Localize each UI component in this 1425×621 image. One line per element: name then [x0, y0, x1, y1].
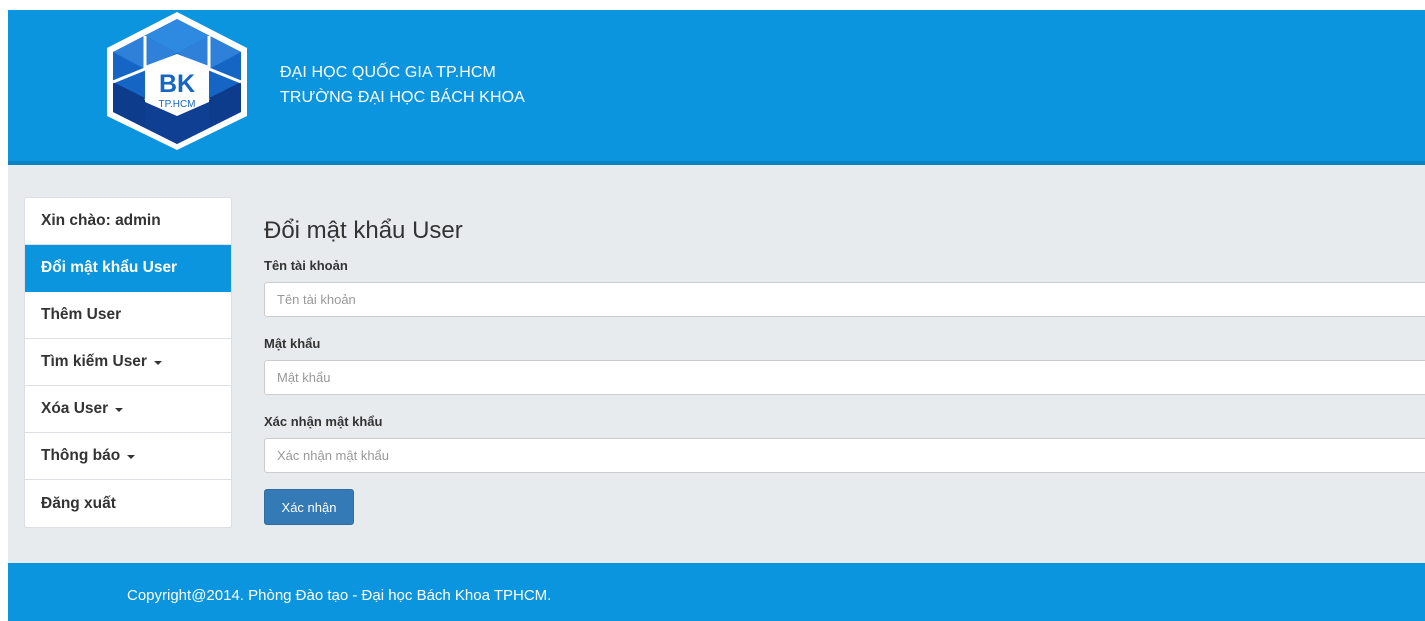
bk-hexagon-logo: BK TP.HCM	[103, 10, 251, 152]
sidebar-item-add-user[interactable]: Thêm User	[25, 292, 231, 339]
caret-down-icon	[153, 361, 162, 365]
sidebar-item-label: Đổi mật khẩu User	[41, 259, 178, 276]
caret-down-icon	[127, 455, 136, 459]
confirm-password-label: Xác nhận mật khẩu	[264, 414, 383, 429]
confirm-password-input[interactable]	[264, 438, 1425, 473]
sidebar-item-label: Thêm User	[41, 306, 122, 323]
school-name: TRƯỜNG ĐẠI HỌC BÁCH KHOA	[280, 89, 525, 106]
greeting-text: Xin chào: admin	[41, 212, 161, 229]
sidebar-item-delete-user[interactable]: Xóa User	[25, 386, 231, 433]
footer-copyright: Copyright@2014. Phòng Đào tạo - Đại học …	[127, 587, 552, 604]
password-label: Mật khẩu	[264, 336, 321, 351]
logo-main-text: BK	[159, 70, 195, 98]
page: BK TP.HCM ĐẠI HỌC QUỐC GIA TP.HCM TRƯỜNG…	[0, 0, 1425, 621]
university-name: ĐẠI HỌC QUỐC GIA TP.HCM	[280, 64, 496, 81]
change-password-form: Đổi mật khẩu User Tên tài khoản Mật khẩu…	[264, 212, 1425, 525]
caret-down-icon	[115, 408, 124, 412]
sidebar-item-notifications[interactable]: Thông báo	[25, 433, 231, 480]
page-title: Đổi mật khẩu User	[264, 217, 463, 244]
logo-sub-text: TP.HCM	[158, 99, 195, 110]
sidebar-item-label: Đăng xuất	[41, 494, 116, 512]
submit-button[interactable]: Xác nhận	[264, 489, 354, 525]
password-input[interactable]	[264, 360, 1425, 395]
username-input[interactable]	[264, 282, 1425, 317]
username-label: Tên tài khoản	[264, 258, 348, 273]
sidebar-item-label: Thông báo	[41, 447, 121, 464]
sidebar-item-logout[interactable]: Đăng xuất	[25, 480, 231, 527]
sidebar-item-search-user[interactable]: Tìm kiếm User	[25, 339, 231, 386]
sidebar-item-label: Tìm kiếm User	[41, 353, 147, 370]
sidebar-menu: Xin chào: admin Đổi mật khẩu User Thêm U…	[24, 197, 232, 528]
sidebar-item-change-password[interactable]: Đổi mật khẩu User	[25, 245, 231, 292]
sidebar-item-label: Xóa User	[41, 400, 109, 417]
sidebar-greeting: Xin chào: admin	[25, 198, 231, 245]
header-title: ĐẠI HỌC QUỐC GIA TP.HCM TRƯỜNG ĐẠI HỌC B…	[280, 60, 525, 110]
